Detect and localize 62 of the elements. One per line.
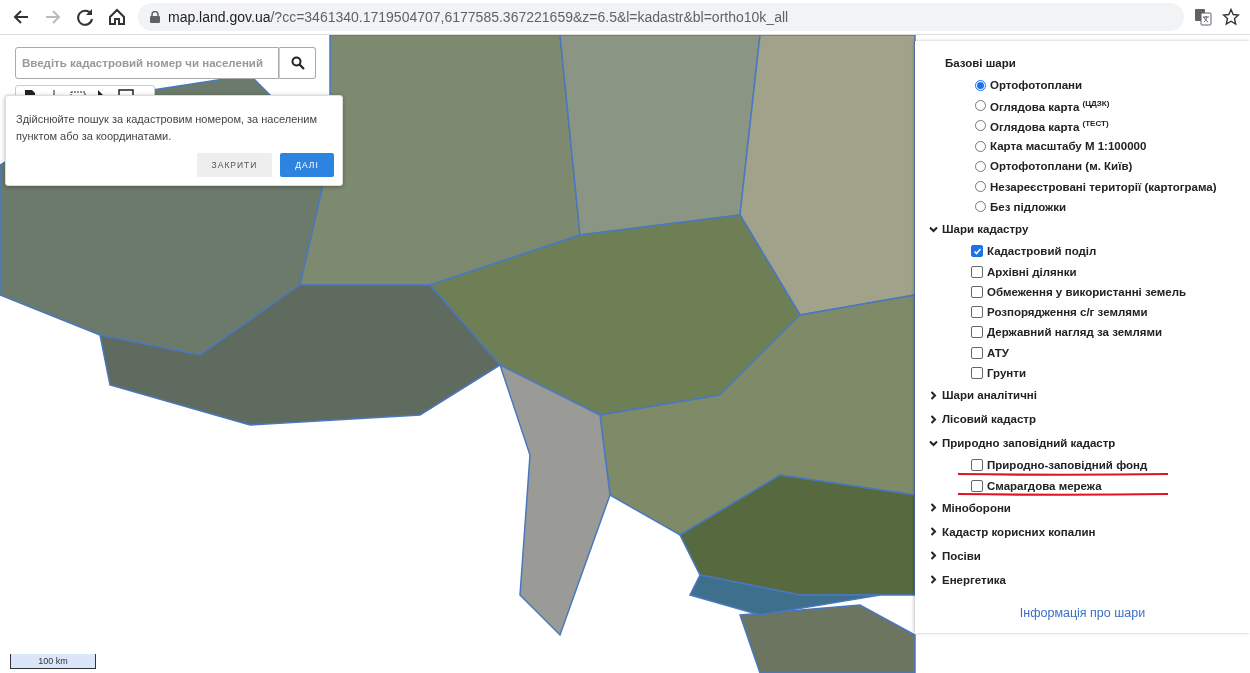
radio-button[interactable] [975,99,986,111]
checkbox[interactable] [971,265,983,278]
chevron-right-icon [929,414,938,424]
layer-label: Незареєстровані території (картограма) [990,180,1217,193]
chevron-right-icon [929,527,938,537]
layer-label: Без підложки [990,200,1067,213]
layer-group-header[interactable]: Лісовий кадастр [929,407,1036,432]
hint-text: Здійснюйте пошук за кадастровим номером, за населеним пунктом або за координатами. [16,112,319,144]
next-button[interactable]: ДАЛІ [280,153,334,177]
translate-icon[interactable] [1194,8,1212,26]
layer-group-header[interactable]: Шари кадастру [929,217,1029,242]
checkbox[interactable] [971,306,983,319]
star-icon[interactable] [1222,8,1240,26]
layer-label: Ортофотоплани [990,79,1083,92]
layer-label: Ортофотоплани (м. Київ) [990,160,1133,173]
address-bar[interactable]: map.land.gov.ua/?cc=3461340.1719504707,6177585.367221659&z=6.5&l=kadastr&bl=ortho10k_all [138,3,1184,31]
radio-button[interactable] [975,120,986,132]
layer-group-header[interactable]: Енергетика [929,567,1006,592]
checkbox[interactable] [971,367,983,379]
checkbox[interactable] [971,245,983,258]
layer-group-header[interactable]: Міноборони [929,495,1011,520]
section-heading: Базові шари [944,56,1017,71]
checkbox[interactable] [971,459,983,472]
scale-bar: 100 km [10,654,96,669]
layer-label: Оглядова карта $^{(ТЕСТ)}$ [990,118,1109,133]
layer-label: Оглядова карта $^{(ЦДЗК)}$ [990,98,1110,113]
layer-label: Державний нагляд за землями [987,326,1163,339]
layer-label: Грунти [987,367,1026,379]
layer-group-header[interactable]: Природно заповідний кадастр [929,431,1116,456]
layer-group-header[interactable]: Шари аналітичні [929,383,1037,408]
close-button[interactable]: ЗАКРИТИ [197,153,272,177]
checkbox[interactable] [971,346,983,359]
checkbox[interactable] [971,326,983,339]
checkbox[interactable] [971,479,983,492]
radio-button[interactable] [975,140,986,152]
checkbox[interactable] [971,285,983,298]
layer-label: АТУ [987,346,1009,359]
search-field[interactable]: Введіть кадастровий номер чи населений [15,47,279,79]
layer-label: Природно-заповідний фонд [987,459,1148,472]
layer-label: Архівні ділянки [987,265,1077,278]
chevron-down-icon [929,438,938,448]
home-button[interactable] [106,6,128,28]
radio-button[interactable] [975,160,986,172]
lock-icon [150,11,160,23]
layer-label: Кадастровий поділ [987,245,1097,258]
radio-button[interactable] [975,201,986,213]
chevron-right-icon [929,503,938,513]
layer-label: Смарагдова мережа [987,479,1102,492]
chevron-right-icon [929,551,938,561]
layer-group-header[interactable]: Кадастр корисних копалин [929,519,1096,544]
layer-label: Карта масштабу М 1:100000 [990,140,1147,153]
search-button[interactable] [279,47,316,79]
layer-label: Розпорядження с/г землями [987,306,1148,319]
search-icon [290,56,305,70]
chevron-down-icon [929,224,938,234]
radio-button[interactable] [975,79,986,91]
chevron-right-icon [929,575,938,585]
layer-group-header[interactable]: Посіви [929,543,981,568]
radio-button[interactable] [975,181,986,193]
layers-info-link[interactable]: Інформація про шари [929,605,1236,620]
chevron-right-icon [929,390,938,400]
layer-label: Обмеження у використанні земель [987,285,1187,298]
